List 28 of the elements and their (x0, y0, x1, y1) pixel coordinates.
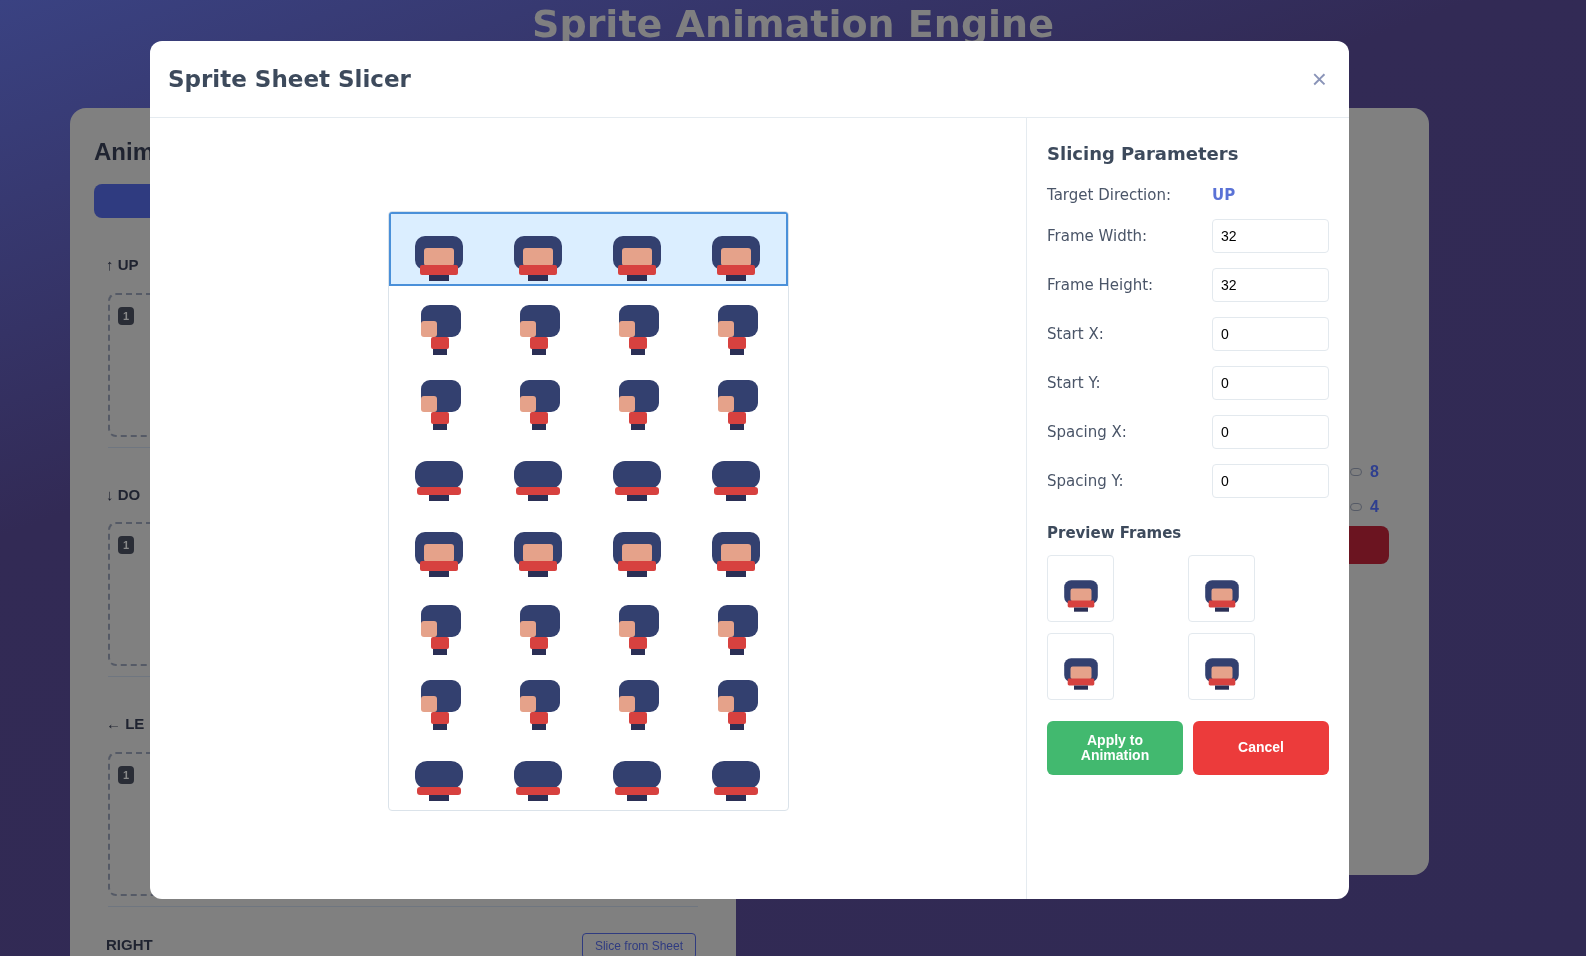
field-label: Start Y: (1047, 372, 1101, 394)
frame-number: 1 (118, 306, 134, 325)
number-field[interactable]: 32 (1212, 219, 1329, 253)
field-label: Frame Width: (1047, 225, 1148, 247)
frame-number: 1 (118, 765, 134, 784)
field-label: Target Direction: (1047, 184, 1172, 206)
frame-number: 1 (118, 536, 134, 555)
number-field[interactable]: 0 (1212, 317, 1329, 351)
section-title: Slicing Parameters (1047, 142, 1240, 166)
setting-value: 8 (1370, 462, 1379, 482)
setting-value: 4 (1370, 497, 1379, 517)
number-field[interactable]: 32 (1212, 268, 1329, 302)
direction-label: ← LE (106, 714, 145, 734)
field-label: Spacing X: (1047, 421, 1127, 443)
direction-label: ↓ DO (106, 484, 141, 505)
number-field[interactable]: 0 (1212, 366, 1329, 400)
app-title: Sprite Animation Engine (532, 2, 1054, 46)
direction-value: UP (1212, 184, 1236, 206)
number-field[interactable]: 0 (1212, 464, 1329, 498)
field-label: Spacing Y: (1047, 470, 1124, 492)
section-title: Preview Frames (1047, 523, 1183, 544)
direction-label: ↑ UP (106, 255, 139, 275)
dialog-title: Sprite Sheet Slicer (168, 64, 411, 94)
field-label: Start X: (1047, 323, 1104, 345)
number-field[interactable]: 0 (1212, 415, 1329, 449)
direction-label: RIGHT (106, 935, 153, 956)
field-label: Frame Height: (1047, 274, 1154, 296)
cancel-button[interactable]: Cancel (1193, 720, 1329, 775)
